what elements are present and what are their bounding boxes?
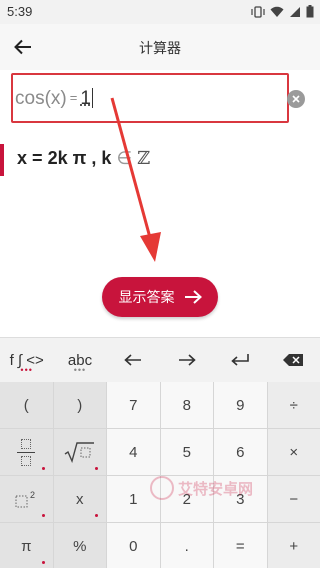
- key-dot[interactable]: .: [160, 523, 213, 568]
- key-5[interactable]: 5: [160, 429, 213, 475]
- result-accent-bar: [0, 144, 4, 176]
- key-minus[interactable]: −: [267, 476, 320, 522]
- square-power-icon: 2: [15, 490, 35, 508]
- key-marker: [41, 561, 45, 564]
- enter-key[interactable]: [213, 338, 266, 382]
- functions-tab[interactable]: f ∫ <> •••: [0, 338, 53, 382]
- text-cursor: [91, 88, 93, 108]
- page-title: 计算器: [139, 40, 181, 56]
- result-element-of: ∈: [116, 148, 133, 168]
- key-x[interactable]: x: [53, 476, 106, 522]
- enter-icon: [231, 354, 249, 366]
- key-marker: [95, 514, 98, 517]
- math-keyboard: f ∫ <>••• abc••• ( ) 7 8 9 ÷ 4 5 6 × 2: [0, 337, 320, 568]
- wifi-icon: [270, 6, 284, 17]
- arrow-right-icon: [184, 290, 202, 304]
- vibrate-icon: [251, 5, 265, 18]
- expression-input[interactable]: cos(x) = 1: [11, 73, 289, 123]
- expression-input-area: cos(x) = 1: [0, 70, 320, 130]
- svg-text:2: 2: [30, 490, 35, 500]
- arrow-right-icon: [178, 354, 196, 366]
- tab-dots: •••: [73, 365, 87, 375]
- key-0[interactable]: 0: [107, 523, 160, 568]
- key-close-paren[interactable]: ): [53, 382, 106, 428]
- status-bar: 5:39: [0, 0, 320, 24]
- status-icons: [251, 5, 314, 18]
- clear-input-button[interactable]: [287, 90, 305, 108]
- keyboard-toolbar: f ∫ <> ••• abc •••: [0, 338, 320, 382]
- app-bar: 计算器: [0, 24, 320, 70]
- key-sqrt[interactable]: [53, 429, 106, 475]
- show-answer-label: 显示答案: [118, 289, 175, 305]
- expression-value: 1: [80, 88, 91, 109]
- key-9[interactable]: 9: [214, 382, 267, 428]
- battery-icon: [306, 5, 314, 18]
- result-equals: =: [32, 148, 43, 168]
- key-marker: [41, 514, 45, 517]
- key-open-paren[interactable]: (: [0, 382, 53, 428]
- result-row: x = 2k π , k ∈ ℤ: [0, 144, 320, 176]
- key-marker: [95, 467, 98, 470]
- backspace-icon: [283, 354, 304, 366]
- fraction-icon: [17, 438, 36, 466]
- key-percent[interactable]: %: [53, 523, 106, 568]
- key-7[interactable]: 7: [107, 382, 160, 428]
- result-sep: ,: [91, 148, 97, 168]
- arrow-left-icon: [124, 354, 142, 366]
- signal-icon: [290, 6, 300, 17]
- sqrt-icon: [64, 442, 94, 463]
- key-plus[interactable]: +: [267, 523, 320, 568]
- key-fraction[interactable]: [0, 429, 53, 475]
- expression-lhs: cos(x): [15, 88, 67, 109]
- letters-tab[interactable]: abc •••: [53, 338, 106, 382]
- cursor-left-key[interactable]: [107, 338, 160, 382]
- show-answer-button[interactable]: 显示答案: [102, 277, 218, 317]
- key-multiply[interactable]: ×: [267, 429, 320, 475]
- expression-equals: =: [69, 90, 78, 105]
- key-pi-label: π: [21, 537, 32, 555]
- result-var: x: [17, 148, 28, 168]
- result-set: ℤ: [137, 148, 151, 169]
- key-x-label: x: [76, 490, 84, 508]
- key-1[interactable]: 1: [107, 476, 160, 522]
- result-text: x = 2k π , k ∈ ℤ: [17, 148, 150, 169]
- key-4[interactable]: 4: [107, 429, 160, 475]
- key-8[interactable]: 8: [160, 382, 213, 428]
- key-square[interactable]: 2: [0, 476, 53, 522]
- close-icon: [292, 95, 300, 103]
- expression-text: cos(x) = 1: [15, 88, 93, 110]
- key-pi[interactable]: π: [0, 523, 53, 568]
- key-divide[interactable]: ÷: [267, 382, 320, 428]
- status-time: 5:39: [7, 4, 33, 19]
- result-var-k: k: [101, 148, 112, 168]
- key-2[interactable]: 2: [160, 476, 213, 522]
- key-equals[interactable]: =: [214, 523, 267, 568]
- cursor-right-key[interactable]: [160, 338, 213, 382]
- result-expr: 2k π: [47, 148, 87, 168]
- backspace-key[interactable]: [267, 338, 320, 382]
- key-6[interactable]: 6: [214, 429, 267, 475]
- key-3[interactable]: 3: [214, 476, 267, 522]
- active-dots: •••: [20, 365, 33, 375]
- key-marker: [41, 467, 45, 470]
- keyboard-grid: ( ) 7 8 9 ÷ 4 5 6 × 2 x 1 2 3 − π % 0 .: [0, 382, 320, 568]
